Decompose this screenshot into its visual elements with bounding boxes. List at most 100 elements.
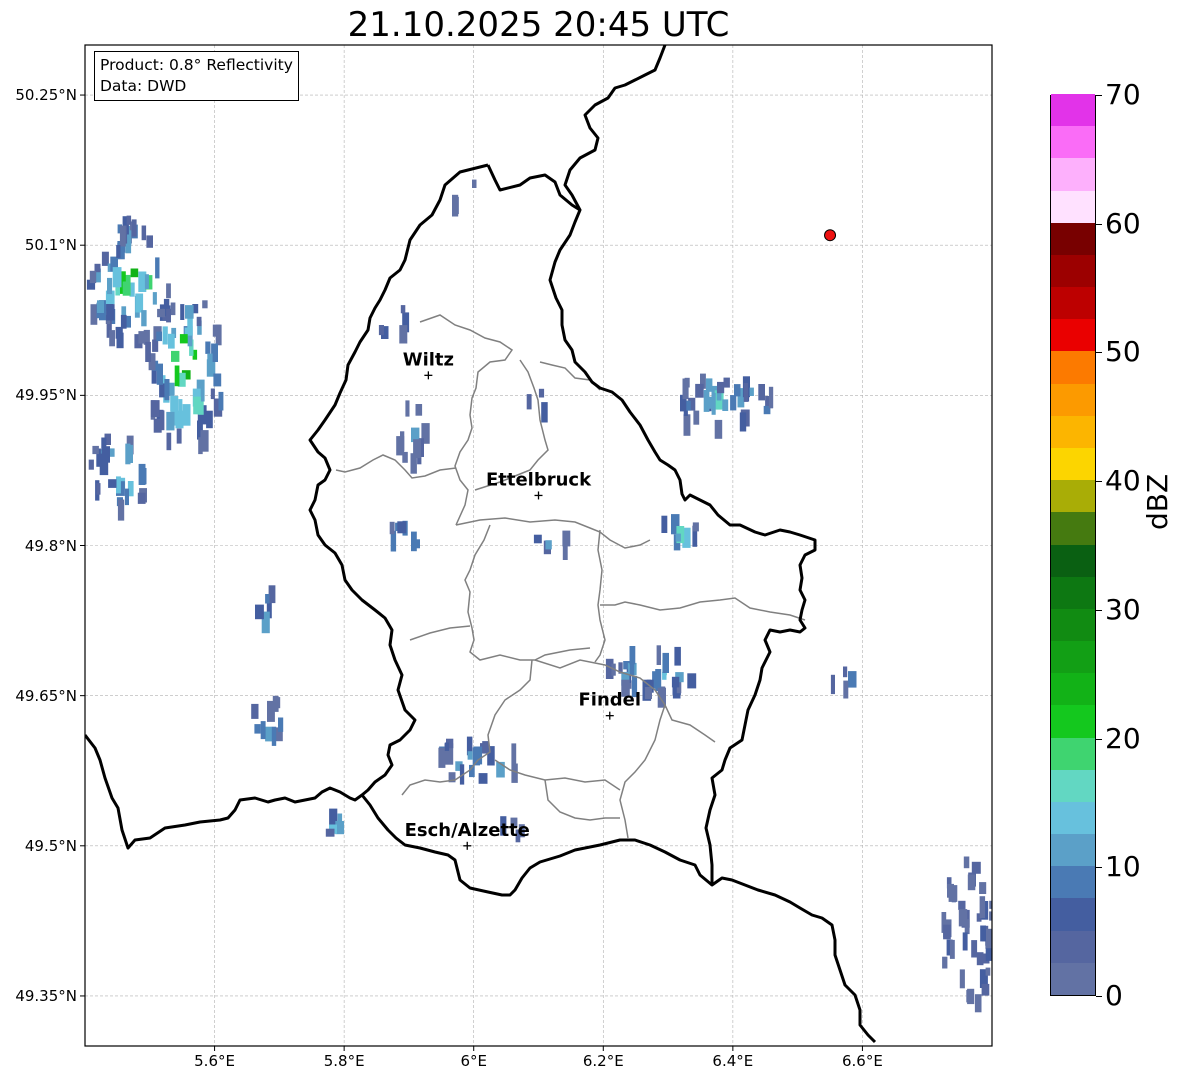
radar-bin — [413, 539, 420, 549]
radar-bin — [260, 721, 266, 740]
radar-bin — [255, 604, 264, 620]
country-border — [486, 164, 817, 885]
map-title: 21.10.2025 20:45 UTC — [347, 5, 730, 45]
radar-bin — [438, 747, 446, 768]
radar-bin — [415, 404, 423, 416]
lat-tick-label: 50.1°N — [24, 236, 77, 255]
colorbar-tick-label: 20 — [1105, 721, 1141, 755]
precip-cell — [325, 808, 345, 837]
city-label: Findel — [578, 690, 641, 711]
radar-bin — [942, 956, 948, 969]
radar-bin — [145, 341, 151, 362]
radar-bin — [166, 411, 175, 431]
colorbar — [1050, 93, 1096, 996]
radar-bin — [138, 331, 145, 344]
colorbar-segment — [1051, 897, 1095, 931]
radar-bin — [686, 400, 691, 411]
colorbar-tick — [1096, 352, 1102, 354]
radar-bin — [711, 392, 716, 415]
radar-bin — [734, 384, 741, 397]
radar-bin — [137, 492, 146, 504]
radar-map: Wiltz Ettelbruck Findel Esch/Alzette — [80, 44, 993, 1051]
colorbar-unit-label: dBZ — [1141, 473, 1174, 530]
radar-bin — [153, 418, 162, 433]
radar-bin — [152, 292, 157, 305]
radar-bin — [683, 414, 691, 436]
radar-bin — [254, 724, 261, 734]
colorbar-tick — [1096, 609, 1102, 611]
radar-bin — [152, 339, 159, 352]
radar-bin — [162, 326, 168, 345]
colorbar-segment — [1051, 318, 1095, 352]
radar-bin — [695, 383, 704, 398]
radar-bin — [662, 652, 669, 673]
canton-boundary — [544, 779, 620, 821]
radar-bin — [949, 939, 955, 959]
radar-bin — [89, 270, 97, 284]
city-label: Esch/Alzette — [405, 820, 530, 841]
radar-bin — [159, 383, 165, 398]
product-info-box: Product: 0.8° Reflectivity Data: DWD — [94, 51, 299, 101]
lon-tick-label: 5.8°E — [323, 1052, 365, 1070]
radar-bin — [967, 988, 975, 1005]
radar-bin — [705, 378, 713, 392]
radar-bin — [150, 400, 160, 417]
radar-bin — [526, 394, 532, 410]
radar-bin — [88, 459, 94, 470]
radar-bin — [156, 331, 162, 342]
precip-cell — [680, 373, 774, 439]
radar-bin — [107, 277, 113, 295]
radar-bin — [175, 410, 184, 429]
radar-bin — [692, 522, 699, 532]
radar-bin — [693, 410, 700, 425]
colorbar-tick — [1096, 481, 1102, 483]
radar-bin — [971, 861, 981, 874]
colorbar-segment — [1051, 93, 1095, 127]
axis-ticks — [80, 94, 863, 1051]
radar-bin — [193, 396, 201, 415]
radar-bin — [943, 924, 951, 940]
radar-bin — [166, 308, 171, 323]
city-marker: Findel — [578, 690, 641, 720]
radar-bin — [127, 444, 133, 463]
radar-bin — [671, 676, 680, 688]
colorbar-segment — [1051, 447, 1095, 481]
radar-bin — [116, 332, 124, 349]
canton-boundary — [455, 517, 651, 549]
precip-cell — [86, 215, 171, 349]
radar-bin — [467, 751, 473, 760]
colorbar-segment — [1051, 576, 1095, 609]
radar-bin — [101, 446, 110, 463]
radar-bin — [187, 317, 193, 336]
radar-bin — [112, 267, 122, 288]
canton-boundary — [419, 314, 514, 526]
canton-boundary — [409, 625, 471, 641]
radar-bin — [126, 215, 132, 225]
radar-bin — [985, 967, 991, 976]
colorbar-tick — [1096, 223, 1102, 225]
colorbar-segment — [1051, 865, 1095, 899]
precip-cell — [145, 298, 224, 455]
radar-bin — [722, 399, 729, 411]
colorbar-segment — [1051, 125, 1095, 159]
canton-boundary — [619, 704, 666, 839]
radar-bin — [168, 333, 175, 349]
radar-bin — [958, 900, 966, 910]
precip-cell — [661, 514, 699, 551]
colorbar-tick-label: 30 — [1105, 592, 1141, 626]
country-border — [85, 163, 489, 850]
radar-bin — [185, 305, 194, 319]
colorbar-segment — [1051, 415, 1095, 448]
precip-cell — [88, 433, 147, 521]
radar-bin — [268, 585, 276, 604]
radar-bin — [206, 410, 213, 429]
colorbar-segment — [1051, 704, 1095, 738]
colorbar-segment — [1051, 930, 1095, 963]
lon-tick-label: 6.4°E — [712, 1052, 754, 1070]
radar-bin — [511, 763, 518, 783]
precip-cell — [255, 585, 276, 634]
radar-bin — [714, 419, 723, 439]
colorbar-segment — [1051, 383, 1095, 416]
radar-bin — [979, 896, 986, 918]
radar-bin — [396, 436, 405, 456]
